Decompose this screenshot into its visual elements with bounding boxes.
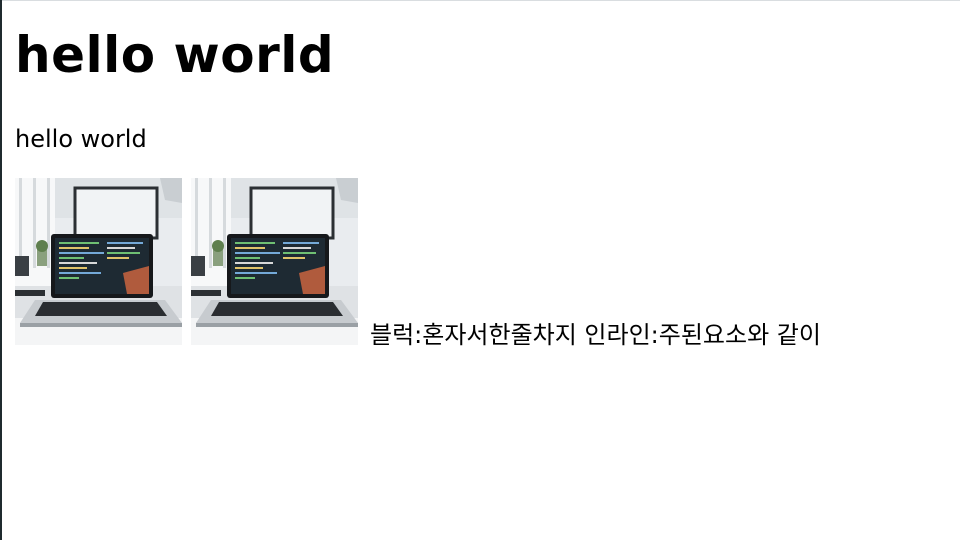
inline-image-row: 블럭:혼자서한줄차지 인라인:주된요소와 같이 [15, 178, 945, 349]
window-left-border [0, 0, 2, 540]
page-heading: hello world [15, 26, 335, 84]
laptop-image [191, 178, 358, 345]
page-content: hello world hello world 블럭:혼자서한줄차지 인라인:주… [15, 0, 945, 349]
laptop-image [15, 178, 182, 345]
inline-caption-text: 블럭:혼자서한줄차지 인라인:주된요소와 같이 [370, 321, 821, 349]
intro-paragraph: hello world [15, 125, 147, 153]
